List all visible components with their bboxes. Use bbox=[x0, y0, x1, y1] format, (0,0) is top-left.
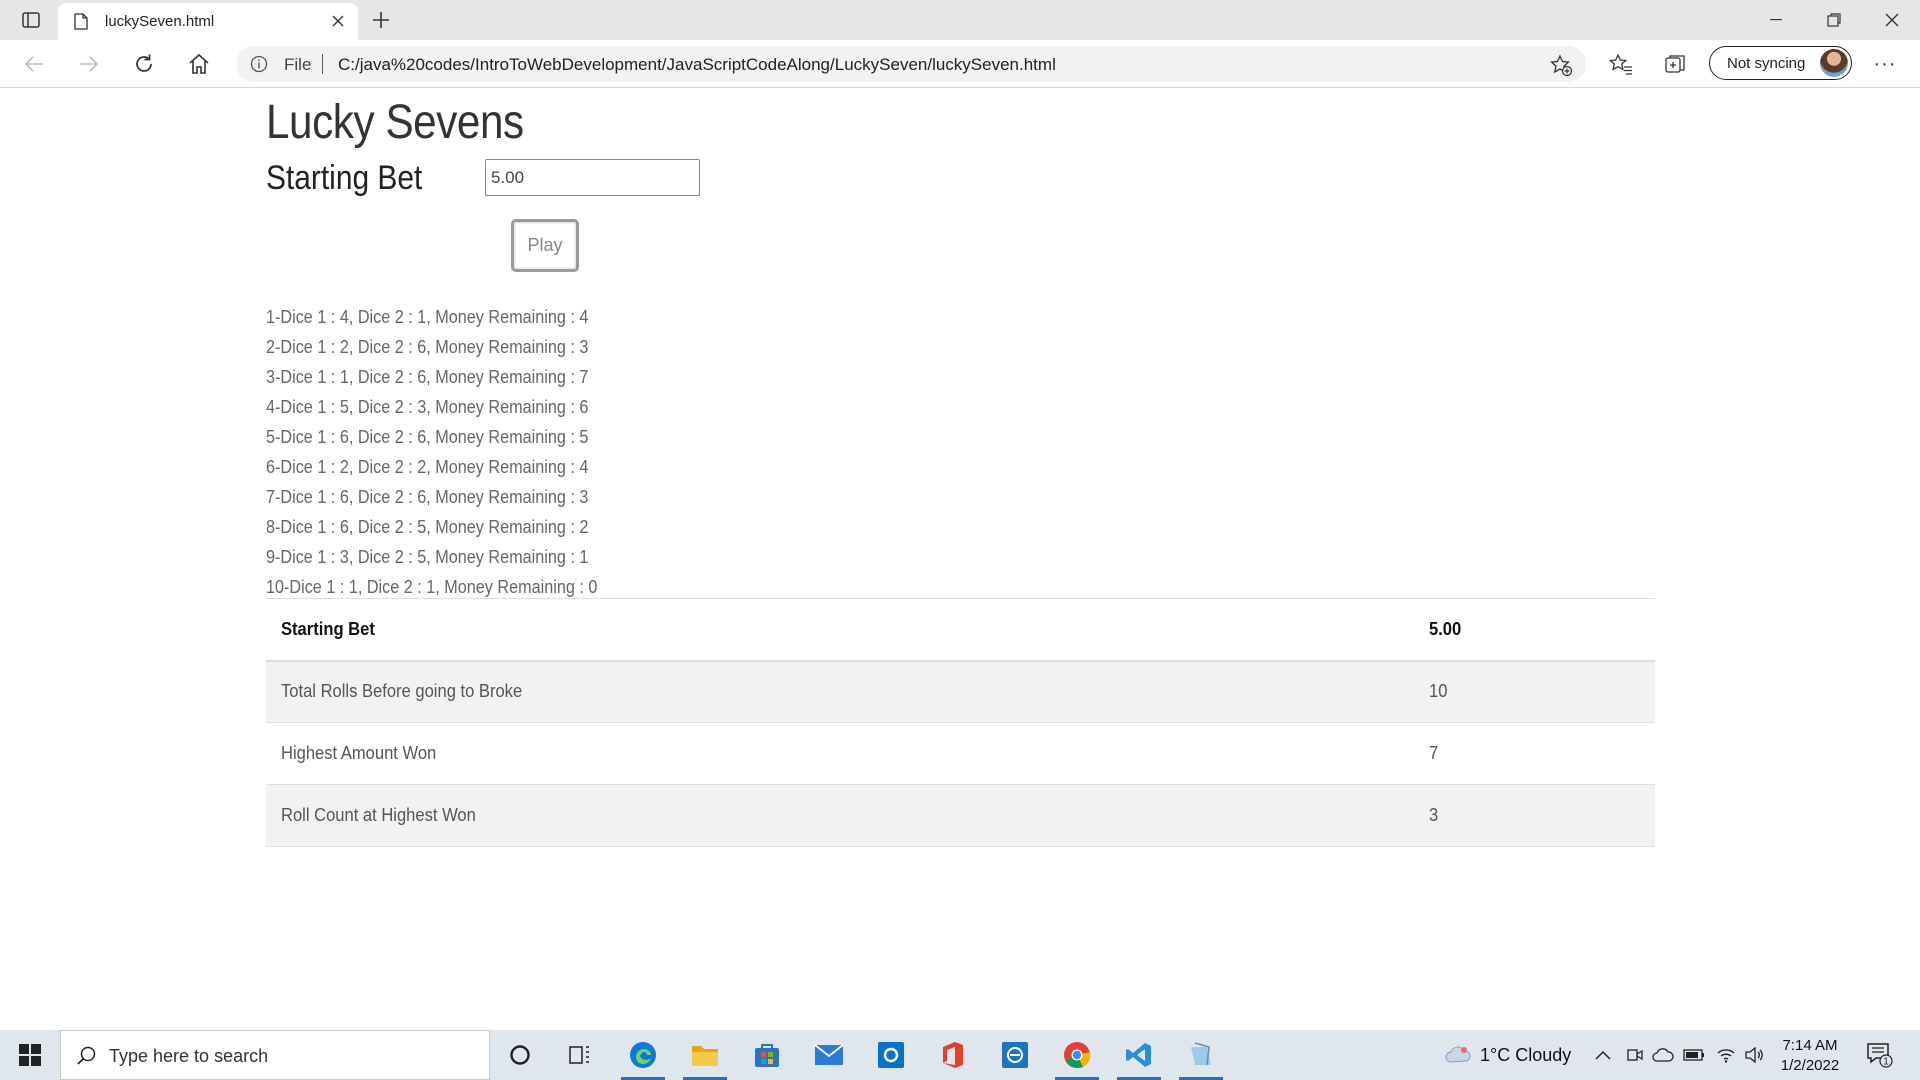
weather-text[interactable]: 1°C Cloudy bbox=[1480, 1045, 1571, 1066]
browser-tab[interactable]: luckySeven.html bbox=[58, 3, 358, 40]
list-item: 6-Dice 1 : 2, Dice 2 : 2, Money Remainin… bbox=[266, 457, 589, 477]
clock-time: 7:14 AM bbox=[1782, 1037, 1838, 1054]
document-icon bbox=[74, 13, 88, 30]
search-icon bbox=[77, 1046, 96, 1065]
new-tab-icon[interactable] bbox=[368, 7, 394, 33]
page-title: Lucky Sevens bbox=[266, 96, 524, 149]
result-label: Total Rolls Before going to Broke bbox=[281, 681, 523, 702]
more-options-icon[interactable]: ··· bbox=[1870, 52, 1900, 76]
list-item: 4-Dice 1 : 5, Dice 2 : 3, Money Remainin… bbox=[266, 397, 589, 417]
collections-icon[interactable] bbox=[1663, 52, 1689, 76]
close-window-icon[interactable] bbox=[1864, 0, 1920, 40]
file-explorer-icon[interactable] bbox=[677, 1030, 733, 1080]
profile-sync-button[interactable]: Not syncing bbox=[1709, 46, 1852, 80]
clock-date: 1/2/2022 bbox=[1780, 1057, 1840, 1074]
starting-bet-input[interactable] bbox=[485, 159, 700, 196]
result-label: Roll Count at Highest Won bbox=[281, 805, 476, 825]
page-content: Lucky Sevens Starting Bet Play 1-Dice 1 … bbox=[0, 89, 1920, 1030]
address-separator bbox=[322, 54, 323, 74]
starting-bet-label: Starting Bet bbox=[266, 159, 423, 197]
edge-browser-icon[interactable] bbox=[615, 1030, 671, 1080]
add-favorite-icon[interactable] bbox=[1550, 54, 1572, 76]
outlook-icon[interactable] bbox=[863, 1030, 919, 1080]
sync-status-label: Not syncing bbox=[1727, 55, 1806, 72]
meet-now-icon[interactable] bbox=[1624, 1045, 1646, 1065]
table-cell-label: Highest Amount Won bbox=[266, 722, 1414, 785]
table-row: Starting Bet 5.00 bbox=[266, 598, 1655, 662]
tab-actions-icon[interactable] bbox=[14, 7, 48, 33]
task-view-icon[interactable] bbox=[552, 1030, 608, 1080]
list-item: 2-Dice 1 : 2, Dice 2 : 6, Money Remainin… bbox=[266, 337, 589, 357]
list-item: 8-Dice 1 : 6, Dice 2 : 5, Money Remainin… bbox=[266, 517, 589, 537]
chrome-icon[interactable] bbox=[1049, 1030, 1105, 1080]
close-tab-icon[interactable] bbox=[328, 11, 348, 31]
cortana-icon[interactable] bbox=[492, 1030, 548, 1080]
vscode-icon[interactable] bbox=[1111, 1030, 1167, 1080]
list-item: 1-Dice 1 : 4, Dice 2 : 1, Money Remainin… bbox=[266, 307, 589, 327]
result-label: Starting Bet bbox=[281, 618, 375, 639]
favorites-icon[interactable] bbox=[1608, 52, 1634, 76]
table-cell-value: 7 bbox=[1414, 722, 1655, 785]
taskbar-search-box[interactable]: Type here to search bbox=[60, 1030, 490, 1080]
list-item: 9-Dice 1 : 3, Dice 2 : 5, Money Remainin… bbox=[266, 547, 589, 567]
table-cell-label: Total Rolls Before going to Broke bbox=[266, 660, 1414, 723]
minimize-icon[interactable] bbox=[1748, 0, 1804, 40]
result-value: 10 bbox=[1429, 681, 1448, 702]
table-row: Total Rolls Before going to Broke 10 bbox=[266, 660, 1655, 723]
onedrive-icon[interactable] bbox=[1652, 1045, 1674, 1065]
result-value: 5.00 bbox=[1429, 618, 1462, 639]
info-icon[interactable] bbox=[250, 55, 268, 73]
result-label: Highest Amount Won bbox=[281, 743, 437, 763]
back-arrow-icon[interactable] bbox=[18, 50, 50, 78]
address-scheme-label: File bbox=[284, 55, 312, 74]
system-clock[interactable]: 7:14 AM 1/2/2022 bbox=[1770, 1036, 1850, 1076]
play-button[interactable]: Play bbox=[511, 219, 579, 272]
volume-icon[interactable] bbox=[1743, 1045, 1765, 1065]
notification-count: 1 bbox=[1883, 1057, 1889, 1068]
tab-title: luckySeven.html bbox=[105, 13, 215, 30]
address-url[interactable]: C:/java%20codes/IntroToWebDevelopment/Ja… bbox=[338, 55, 1056, 75]
roll-results-list: 1-Dice 1 : 4, Dice 2 : 1, Money Remainin… bbox=[266, 302, 634, 602]
home-icon[interactable] bbox=[183, 50, 215, 78]
battery-icon[interactable] bbox=[1683, 1045, 1705, 1065]
notepad-icon[interactable] bbox=[1173, 1030, 1229, 1080]
table-cell-label: Roll Count at Highest Won bbox=[266, 784, 1414, 847]
remote-app-icon[interactable] bbox=[987, 1030, 1043, 1080]
table-row: Highest Amount Won 7 bbox=[266, 722, 1655, 785]
table-row: Roll Count at Highest Won 3 bbox=[266, 784, 1655, 847]
mail-icon[interactable] bbox=[801, 1030, 857, 1080]
table-cell-value: 10 bbox=[1414, 660, 1655, 723]
table-cell-value: 5.00 bbox=[1414, 598, 1655, 662]
results-table: Starting Bet 5.00 Total Rolls Before goi… bbox=[266, 598, 1655, 847]
browser-tab-bar: luckySeven.html bbox=[0, 0, 1920, 40]
list-item: 7-Dice 1 : 6, Dice 2 : 6, Money Remainin… bbox=[266, 487, 589, 507]
weather-cloudy-icon[interactable] bbox=[1443, 1044, 1473, 1066]
restore-icon[interactable] bbox=[1806, 0, 1862, 40]
address-bar[interactable]: File C:/java%20codes/IntroToWebDevelopme… bbox=[236, 46, 1586, 82]
list-item: 5-Dice 1 : 6, Dice 2 : 6, Money Remainin… bbox=[266, 427, 589, 447]
result-value: 7 bbox=[1429, 743, 1439, 763]
notification-center-icon[interactable]: 1 bbox=[1866, 1042, 1894, 1068]
windows-start-icon[interactable] bbox=[0, 1030, 60, 1080]
refresh-icon[interactable] bbox=[128, 50, 160, 78]
windows-taskbar: Type here to search 1°C Cloudy 7:14 AM 1… bbox=[0, 1030, 1920, 1080]
microsoft-store-icon[interactable] bbox=[739, 1030, 795, 1080]
result-value: 3 bbox=[1429, 805, 1439, 825]
chevron-up-icon[interactable] bbox=[1592, 1045, 1614, 1065]
forward-arrow-icon[interactable] bbox=[73, 50, 105, 78]
table-cell-value: 3 bbox=[1414, 784, 1655, 847]
office-icon[interactable] bbox=[925, 1030, 981, 1080]
search-placeholder: Type here to search bbox=[109, 1046, 269, 1066]
list-item: 3-Dice 1 : 1, Dice 2 : 6, Money Remainin… bbox=[266, 367, 589, 387]
avatar bbox=[1820, 49, 1848, 77]
browser-toolbar: File C:/java%20codes/IntroToWebDevelopme… bbox=[0, 40, 1920, 88]
table-cell-label: Starting Bet bbox=[266, 598, 1414, 662]
wifi-icon[interactable] bbox=[1715, 1045, 1737, 1065]
